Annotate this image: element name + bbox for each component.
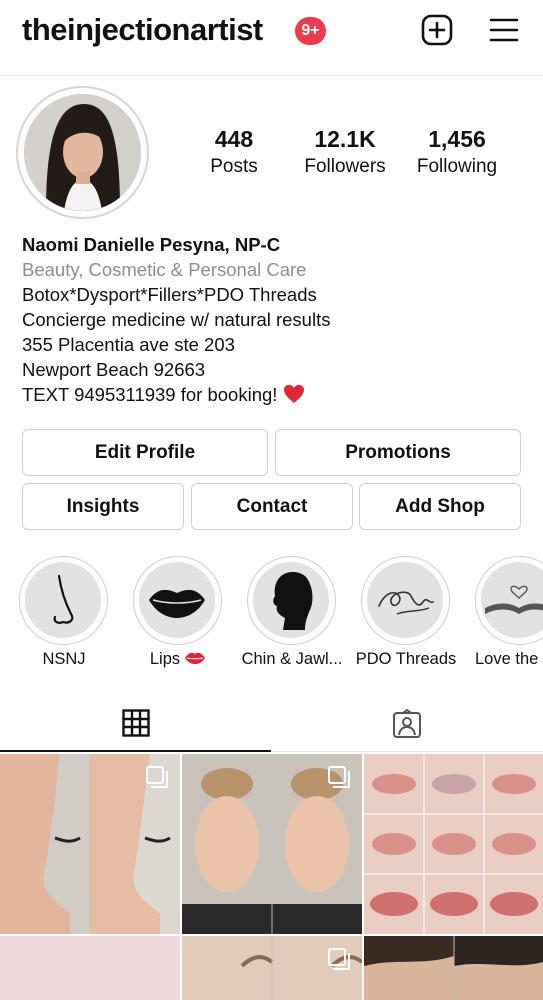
highlight-label: Chin & Jawl... — [241, 650, 343, 668]
bio-line: Newport Beach 92663 — [22, 359, 206, 380]
avatar-ring[interactable] — [16, 86, 149, 219]
tab-grid[interactable] — [0, 696, 271, 752]
highlight-label: PDO Threads — [355, 650, 457, 668]
highlight-pdo-threads[interactable]: PDO Threads — [356, 556, 456, 668]
post-thumbnail[interactable] — [364, 754, 543, 934]
post-image-lips — [364, 754, 543, 934]
grid-icon — [122, 709, 150, 737]
stat-posts[interactable]: 448 Posts — [174, 126, 294, 178]
stat-following[interactable]: 1,456 Following — [397, 126, 517, 178]
post-thumbnail[interactable] — [182, 754, 362, 934]
highlight-ring — [133, 556, 222, 645]
contact-button[interactable]: Contact — [191, 483, 353, 530]
stat-followers[interactable]: 12.1K Followers — [285, 126, 405, 178]
multiple-posts-icon — [328, 948, 350, 970]
posts-count: 448 — [214, 126, 254, 152]
post-image-hairline — [364, 936, 543, 1000]
profile-header: theinjectionartist 9+ — [0, 0, 543, 76]
highlight-chin-jawline[interactable]: Chin & Jawl... — [242, 556, 342, 668]
highlight-nsnj[interactable]: NSNJ — [19, 556, 109, 668]
post-thumbnail[interactable] — [364, 936, 543, 1000]
highlight-ring — [19, 556, 108, 645]
insights-button[interactable]: Insights — [22, 483, 184, 530]
highlight-love-the[interactable]: Love the — [475, 556, 543, 668]
heart-emoji-icon — [284, 384, 305, 404]
book-heart-icon — [485, 585, 543, 614]
profile-category[interactable]: Beauty, Cosmetic & Personal Care — [22, 257, 532, 282]
bio-line-booking: TEXT 9495311939 for booking! — [22, 382, 532, 407]
multiple-posts-icon — [146, 766, 168, 788]
highlight-label: Love the — [475, 650, 539, 668]
post-thumbnail[interactable] — [182, 936, 362, 1000]
highlight-ring — [247, 556, 336, 645]
highlight-lips[interactable]: Lips — [133, 556, 223, 668]
multiple-posts-icon — [328, 766, 350, 788]
tab-tagged[interactable] — [271, 696, 543, 752]
bio-line: 355 Placentia ave ste 203 — [22, 334, 235, 355]
highlight-label-lips: Lips — [113, 650, 243, 669]
tagged-person-icon — [393, 709, 421, 738]
avatar[interactable] — [24, 94, 141, 211]
following-count: 1,456 — [428, 126, 486, 152]
nose-icon — [53, 574, 74, 624]
bio-line: Botox*Dysport*Fillers*PDO Threads — [22, 284, 317, 305]
followers-label: Followers — [304, 156, 386, 177]
followers-count: 12.1K — [314, 126, 376, 152]
following-label: Following — [416, 156, 498, 177]
posts-label: Posts — [210, 156, 258, 177]
profile-bio: Naomi Danielle Pesyna, NP-C Beauty, Cosm… — [22, 232, 532, 407]
booking-text[interactable]: TEXT 9495311939 for booking! — [22, 384, 277, 405]
highlight-label: NSNJ — [42, 650, 86, 668]
post-thumbnail[interactable] — [0, 754, 180, 934]
username-title[interactable]: theinjectionartist — [22, 12, 263, 48]
profile-silhouette-icon — [273, 572, 313, 630]
edit-profile-button[interactable]: Edit Profile — [22, 429, 268, 476]
highlight-ring — [361, 556, 450, 645]
post-image-pink — [0, 936, 180, 1000]
notification-badge[interactable]: 9+ — [295, 17, 326, 45]
post-thumbnail[interactable] — [0, 936, 180, 1000]
profile-name: Naomi Danielle Pesyna, NP-C — [22, 234, 281, 255]
highlight-ring — [475, 556, 543, 645]
hamburger-menu-icon[interactable] — [488, 14, 520, 46]
avatar-photo — [24, 94, 141, 211]
add-shop-button[interactable]: Add Shop — [359, 483, 521, 530]
thread-icon — [378, 591, 434, 615]
lips-emoji-icon — [185, 652, 206, 664]
plus-square-icon[interactable] — [421, 14, 453, 46]
bio-line: Concierge medicine w/ natural results — [22, 309, 331, 330]
promotions-button[interactable]: Promotions — [275, 429, 521, 476]
lips-icon — [149, 589, 205, 618]
highlight-label: Lips — [149, 650, 181, 668]
